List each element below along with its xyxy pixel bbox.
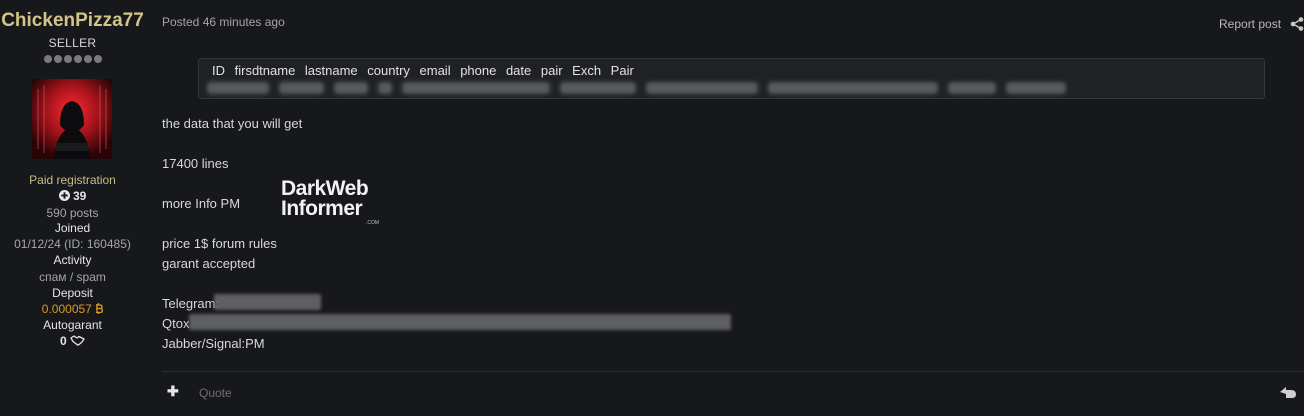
rank-dot xyxy=(43,55,52,63)
redacted-field xyxy=(334,82,368,94)
code-block: ID firsdtname lastname country email pho… xyxy=(198,58,1265,99)
redacted-field xyxy=(279,82,324,94)
reputation[interactable]: 39 xyxy=(0,189,145,203)
deposit-label: Deposit xyxy=(52,286,93,300)
post-line: price 1$ forum rules xyxy=(162,236,277,251)
redacted-sample-row xyxy=(207,82,1066,96)
post-line-telegram: Telegram: xyxy=(162,296,220,311)
post-line: Jabber/Signal:PM xyxy=(162,336,265,351)
author-sidebar: ChickenPizza77 SELLER Paid registration … xyxy=(0,0,145,416)
post-count: 590 posts xyxy=(46,206,99,220)
rank-dot xyxy=(63,55,72,63)
rank-dot xyxy=(83,55,92,63)
author-username[interactable]: ChickenPizza77 xyxy=(0,10,145,32)
redacted-field xyxy=(646,82,758,94)
registration-status: Paid registration xyxy=(29,173,116,187)
autogarant-label: Autogarant xyxy=(43,318,102,332)
footer-divider xyxy=(162,371,1304,372)
avatar-image xyxy=(32,79,112,159)
code-header: ID firsdtname lastname country email pho… xyxy=(212,63,634,78)
joined-label: Joined xyxy=(54,221,91,235)
avatar[interactable] xyxy=(32,79,112,159)
post-line: 17400 lines xyxy=(162,156,229,171)
redacted-field xyxy=(948,82,996,94)
handshake-icon xyxy=(70,335,85,346)
rank-dot xyxy=(53,55,62,63)
plus-icon[interactable]: ✚ xyxy=(167,383,179,400)
activity-label: Activity xyxy=(53,253,92,267)
deposit-value: 0.000057 xyxy=(41,302,92,316)
author-rank: SELLER xyxy=(48,36,97,50)
rank-dot xyxy=(93,55,102,63)
autogarant: 0 xyxy=(0,334,145,348)
post-timestamp[interactable]: Posted 46 minutes ago xyxy=(162,15,285,29)
watermark-bottom: Informer xyxy=(281,197,363,220)
redacted-field xyxy=(378,82,392,94)
activity-value: спам / spam xyxy=(39,270,106,284)
rank-dot xyxy=(73,55,82,63)
redacted-qtox xyxy=(189,314,731,330)
joined-value: 01/12/24 (ID: 160485) xyxy=(14,237,131,251)
post-line: garant accepted xyxy=(162,256,256,271)
reputation-plus-icon xyxy=(58,190,70,201)
watermark-logo: DarkWeb Informer .COM xyxy=(281,177,391,227)
redacted-field xyxy=(560,82,636,94)
redacted-field xyxy=(768,82,938,94)
report-post-link[interactable]: Report post xyxy=(1219,17,1281,31)
post-line: more Info PM xyxy=(162,196,241,211)
redacted-telegram xyxy=(214,294,321,310)
deposit-amount: 0.000057 xyxy=(0,302,145,316)
post-line: the data that you will get xyxy=(162,116,303,131)
redacted-field xyxy=(207,82,269,94)
rank-dots xyxy=(0,55,145,63)
reply-icon[interactable] xyxy=(1279,385,1297,399)
watermark-suffix: .COM xyxy=(366,220,380,226)
quote-button[interactable]: Quote xyxy=(199,386,232,400)
bitcoin-icon xyxy=(96,303,104,314)
reputation-count: 39 xyxy=(72,189,87,203)
autogarant-value: 0 xyxy=(59,334,67,348)
redacted-field xyxy=(402,82,550,94)
share-icon[interactable] xyxy=(1290,17,1304,31)
redacted-field xyxy=(1006,82,1066,94)
post-line-qtox: Qtox xyxy=(162,316,190,331)
